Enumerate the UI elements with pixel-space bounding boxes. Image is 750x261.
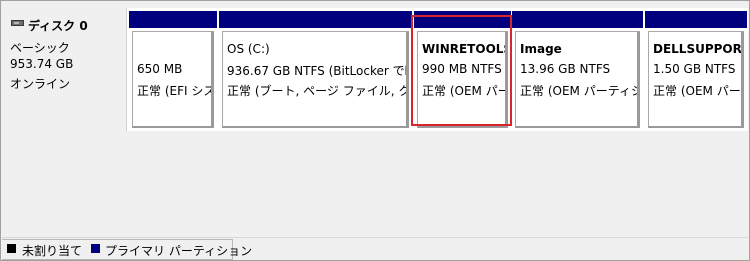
divider [2, 237, 748, 238]
partition-status: 正常 (OEM パー [422, 84, 508, 98]
partition-header-bar [129, 11, 217, 28]
partition-body: Image 13.96 GB NTFS 正常 (OEM パーティショ [515, 31, 640, 128]
partition-size: 936.67 GB NTFS (BitLocker で暗 [227, 64, 409, 78]
legend-unallocated-label: 未割り当て [22, 244, 83, 258]
partition-dellsupport[interactable]: DELLSUPPORT 1.50 GB NTFS 正常 (OEM パー [645, 11, 747, 131]
partition-body: OS (C:) 936.67 GB NTFS (BitLocker で暗 正常 … [222, 31, 409, 128]
disk-info[interactable]: ディスク 0 ベーシック 953.74 GB オンライン [2, 8, 127, 131]
disk-size: 953.74 GB [10, 57, 74, 71]
disk-name: ディスク 0 [28, 19, 88, 33]
primary-partition-swatch [91, 244, 100, 253]
disk-type: ベーシック [10, 41, 70, 55]
partition-header-bar [219, 11, 412, 28]
partition-size: 1.50 GB NTFS [653, 62, 736, 76]
partition-image[interactable]: Image 13.96 GB NTFS 正常 (OEM パーティショ [512, 11, 643, 131]
hard-disk-icon [11, 20, 24, 26]
partition-size: 650 MB [137, 62, 183, 76]
partition-name: OS (C:) [227, 42, 270, 56]
unallocated-swatch [7, 244, 16, 253]
partition-header-bar [512, 11, 643, 28]
partition-efi[interactable]: 650 MB 正常 (EFI シス [129, 11, 217, 131]
partition-name: WINRETOOLS [422, 42, 508, 56]
partition-status: 正常 (OEM パー [653, 84, 741, 98]
partition-header-bar [414, 11, 511, 28]
legend: 未割り当て プライマリ パーティション [2, 239, 252, 260]
partition-name: Image [520, 42, 562, 56]
legend-primary-label: プライマリ パーティション [105, 244, 253, 258]
partition-status: 正常 (ブート, ページ ファイル, クラッシュ [227, 84, 406, 98]
disk-row: ディスク 0 ベーシック 953.74 GB オンライン 650 MB 正常 (… [2, 8, 748, 131]
partition-name: DELLSUPPORT [653, 42, 744, 56]
disk-management-panel: ディスク 0 ベーシック 953.74 GB オンライン 650 MB 正常 (… [0, 0, 750, 261]
partition-status: 正常 (EFI シス [137, 84, 214, 98]
partition-os-c[interactable]: OS (C:) 936.67 GB NTFS (BitLocker で暗 正常 … [219, 11, 412, 131]
partition-body: DELLSUPPORT 1.50 GB NTFS 正常 (OEM パー [648, 31, 744, 128]
disk-status: オンライン [10, 77, 71, 91]
partition-winretools[interactable]: WINRETOOLS 990 MB NTFS 正常 (OEM パー [414, 11, 511, 131]
partition-header-bar [645, 11, 747, 28]
partition-body: WINRETOOLS 990 MB NTFS 正常 (OEM パー [417, 31, 508, 128]
partition-body: 650 MB 正常 (EFI シス [132, 31, 214, 128]
partition-size: 13.96 GB NTFS [520, 62, 611, 76]
partition-size: 990 MB NTFS [422, 62, 502, 76]
partition-status: 正常 (OEM パーティショ [520, 84, 637, 98]
